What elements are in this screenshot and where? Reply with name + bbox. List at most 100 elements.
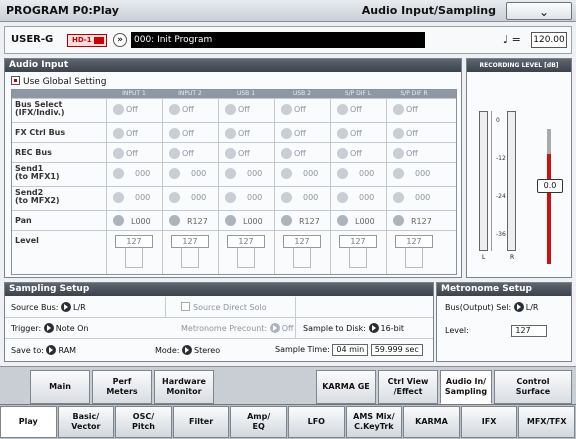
tab-karma[interactable]: KARMA bbox=[403, 406, 460, 438]
parameter-cell[interactable]: Off bbox=[274, 99, 330, 122]
metronome-level-field[interactable]: Level: 127 bbox=[445, 325, 548, 337]
parameter-cell[interactable]: Off bbox=[330, 143, 386, 162]
level-slider[interactable] bbox=[181, 248, 199, 268]
parameter-cell[interactable]: 000 bbox=[162, 187, 218, 210]
parameter-cell[interactable]: 000 bbox=[106, 187, 162, 210]
tab-basic-vector[interactable]: Basic/ Vector bbox=[57, 406, 115, 438]
tab-audio-in-sampling[interactable]: Audio In/ Sampling bbox=[440, 370, 492, 404]
program-select-icon[interactable]: » bbox=[113, 33, 127, 47]
parameter-cell[interactable]: 000 bbox=[330, 163, 386, 186]
tab-ifx[interactable]: IFX bbox=[460, 406, 518, 438]
parameter-cell[interactable]: 127 bbox=[386, 231, 442, 274]
parameter-row: Send2 (to MFX2) 000 000 000 000 000 000 bbox=[12, 186, 456, 210]
level-slider[interactable] bbox=[125, 248, 143, 268]
parameter-cell[interactable]: 000 bbox=[218, 163, 274, 186]
sample-time-field[interactable]: Sample Time: 04 min 59.999 sec bbox=[275, 344, 423, 356]
sample-time-min[interactable]: 04 min bbox=[332, 344, 369, 356]
sample-to-disk-field[interactable]: Sample to Disk: 16-bit bbox=[303, 323, 404, 333]
parameter-value: R127 bbox=[411, 217, 432, 226]
program-name-field[interactable]: 000: Init Program bbox=[131, 32, 425, 48]
parameter-cell[interactable]: R127 bbox=[274, 211, 330, 230]
level-slider[interactable] bbox=[405, 248, 423, 268]
parameter-cell[interactable]: L000 bbox=[330, 211, 386, 230]
parameter-row: Level 127 127 127 127 127 127 bbox=[12, 230, 456, 274]
parameter-cell[interactable]: Off bbox=[274, 123, 330, 142]
parameter-cell[interactable]: L000 bbox=[106, 211, 162, 230]
tab-filter[interactable]: Filter bbox=[172, 406, 230, 438]
tab-karma-ge[interactable]: KARMA GE bbox=[316, 370, 376, 404]
parameter-cell[interactable]: Off bbox=[162, 123, 218, 142]
parameter-cell[interactable]: 127 bbox=[330, 231, 386, 274]
tab-ctrl-view-effect[interactable]: Ctrl View /Effect bbox=[378, 370, 438, 404]
fader-knob[interactable]: 0.0 bbox=[537, 179, 563, 193]
parameter-cell[interactable]: 127 bbox=[218, 231, 274, 274]
parameter-cell[interactable]: Off bbox=[386, 143, 442, 162]
parameter-cell[interactable]: 127 bbox=[274, 231, 330, 274]
column-header-label: USB 2 bbox=[292, 90, 312, 97]
row-label: REC Bus bbox=[15, 148, 52, 157]
page-menu-button[interactable]: ⌄ bbox=[506, 2, 572, 20]
parameter-cell[interactable]: Off bbox=[386, 99, 442, 122]
level-slider[interactable] bbox=[237, 248, 255, 268]
sample-time-sec[interactable]: 59.999 sec bbox=[370, 344, 423, 356]
parameter-cell[interactable]: L000 bbox=[218, 211, 274, 230]
parameter-cell[interactable]: R127 bbox=[386, 211, 442, 230]
tab-lfo[interactable]: LFO bbox=[288, 406, 345, 438]
metronome-level-label: Level: bbox=[445, 326, 469, 335]
parameter-cell[interactable]: 127 bbox=[106, 231, 162, 274]
mode-field[interactable]: Mode: Stereo bbox=[155, 345, 220, 355]
tab-amp-eq[interactable]: Amp/ EQ bbox=[230, 406, 287, 438]
recording-level-fader[interactable] bbox=[547, 154, 551, 264]
title-bar: PROGRAM P0:Play Audio Input/Sampling ⌄ bbox=[0, 0, 576, 22]
parameter-cell[interactable]: 000 bbox=[274, 187, 330, 210]
metronome-level-value[interactable]: 127 bbox=[511, 325, 548, 337]
trigger-field[interactable]: Trigger: Note On bbox=[11, 323, 89, 333]
parameter-cell[interactable]: Off bbox=[386, 123, 442, 142]
tick-label: -36 bbox=[496, 231, 506, 238]
parameter-cell[interactable]: R127 bbox=[162, 211, 218, 230]
parameter-cell[interactable]: Off bbox=[330, 123, 386, 142]
parameter-cell[interactable]: Off bbox=[330, 99, 386, 122]
parameter-cell[interactable]: Off bbox=[106, 99, 162, 122]
tab-perf-meters[interactable]: Perf Meters bbox=[92, 370, 152, 404]
parameter-cell[interactable]: 000 bbox=[386, 187, 442, 210]
divider bbox=[295, 297, 296, 339]
tab-control-surface[interactable]: Control Surface bbox=[494, 370, 572, 404]
tempo-field[interactable]: 120.00 bbox=[531, 32, 567, 48]
tab-main[interactable]: Main bbox=[30, 370, 90, 404]
parameter-cell[interactable]: 000 bbox=[106, 163, 162, 186]
parameter-cell[interactable]: 000 bbox=[386, 163, 442, 186]
metronome-precount-field[interactable]: Metronome Precount: Off bbox=[181, 323, 294, 333]
tab-hardware-monitor[interactable]: Hardware Monitor bbox=[154, 370, 214, 404]
save-to-field[interactable]: Save to: RAM bbox=[11, 345, 76, 355]
parameter-cell[interactable]: 000 bbox=[330, 187, 386, 210]
tab-ams-mix-c-keytrk[interactable]: AMS Mix/ C.KeyTrk bbox=[345, 406, 403, 438]
metronome-bus-field[interactable]: Bus(Output) Sel: L/R bbox=[445, 302, 538, 312]
source-direct-solo-checkbox[interactable]: Source Direct Solo bbox=[181, 302, 267, 312]
parameter-cell[interactable]: Off bbox=[106, 123, 162, 142]
tab-mfx-tfx[interactable]: MFX/TFX bbox=[518, 406, 575, 438]
parameter-cell[interactable]: 000 bbox=[218, 187, 274, 210]
use-global-setting-checkbox[interactable]: Use Global Setting bbox=[11, 76, 106, 87]
parameter-cell[interactable]: Off bbox=[218, 143, 274, 162]
column-header-label: S/P DIF R bbox=[400, 90, 428, 97]
column-header-label: S/P DIF L bbox=[344, 90, 372, 97]
screen: PROGRAM P0:Play Audio Input/Sampling ⌄ U… bbox=[0, 0, 576, 439]
tab-play[interactable]: Play bbox=[0, 406, 57, 438]
row-label: Level bbox=[15, 236, 39, 245]
parameter-cell[interactable]: 000 bbox=[162, 163, 218, 186]
parameter-cell[interactable]: Off bbox=[218, 99, 274, 122]
parameter-cell[interactable]: Off bbox=[218, 123, 274, 142]
parameter-cell[interactable]: Off bbox=[162, 99, 218, 122]
sample-to-disk-label: Sample to Disk: bbox=[303, 324, 366, 333]
parameter-cell[interactable]: 000 bbox=[274, 163, 330, 186]
parameter-cell[interactable]: Off bbox=[274, 143, 330, 162]
parameter-value: 000 bbox=[303, 193, 319, 202]
parameter-cell[interactable]: Off bbox=[106, 143, 162, 162]
level-slider[interactable] bbox=[293, 248, 311, 268]
source-bus-field[interactable]: Source Bus: L/R bbox=[11, 302, 86, 312]
level-slider[interactable] bbox=[349, 248, 367, 268]
tab-osc-pitch[interactable]: OSC/ Pitch bbox=[115, 406, 172, 438]
parameter-cell[interactable]: 127 bbox=[162, 231, 218, 274]
parameter-cell[interactable]: Off bbox=[162, 143, 218, 162]
